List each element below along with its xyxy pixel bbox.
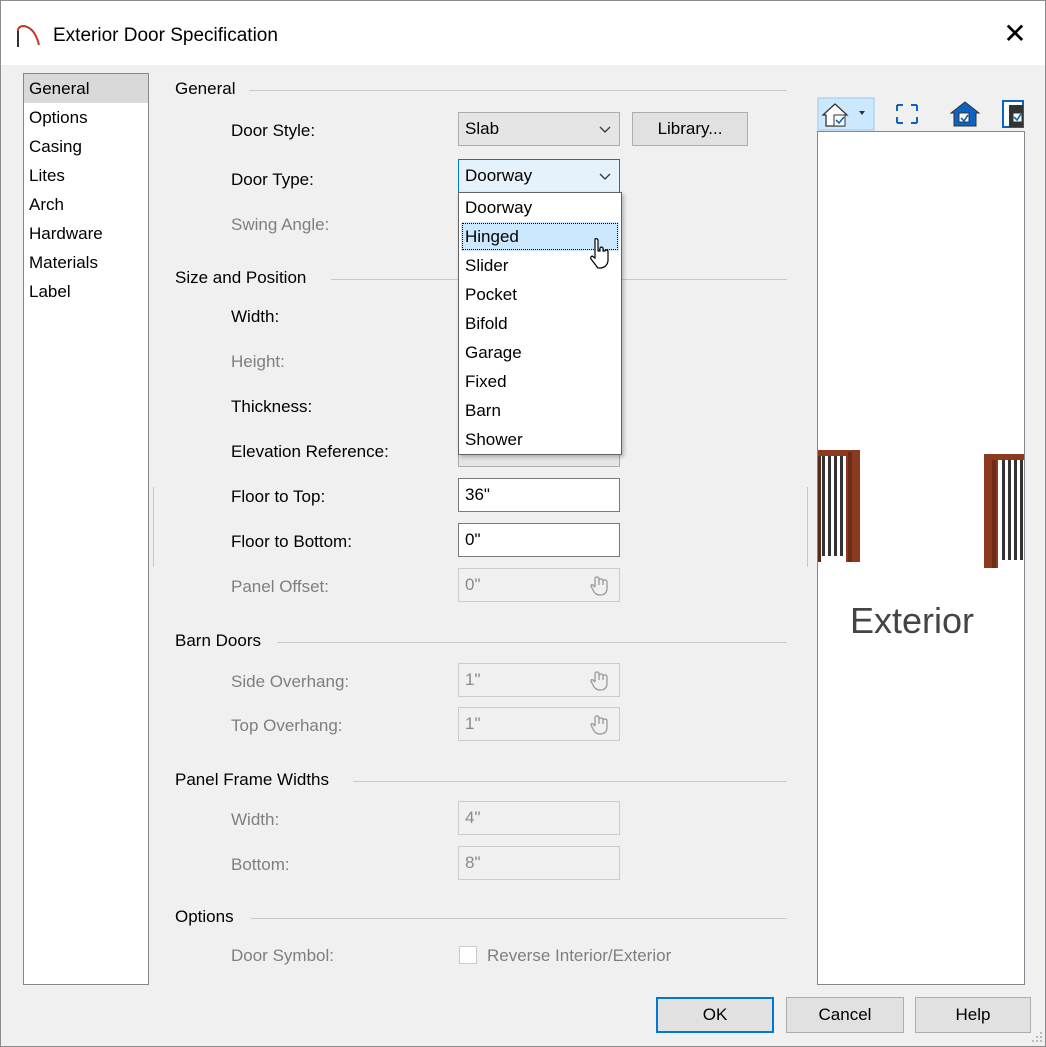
top-overhang-input[interactable]: 1" — [458, 707, 620, 741]
door-preview: Exterior — [817, 131, 1025, 985]
section-divider — [249, 90, 787, 91]
nav-item-casing[interactable]: Casing — [24, 132, 148, 161]
door-style-label: Door Style: — [231, 121, 316, 140]
height-label: Height: — [231, 352, 285, 371]
door-type-option-doorway[interactable]: Doorway — [459, 193, 621, 222]
section-barn-doors: Barn Doors — [175, 631, 261, 650]
view-type-icon[interactable] — [817, 97, 875, 131]
library-button-label: Library... — [657, 119, 723, 138]
panel-offset-value: 0" — [465, 575, 481, 594]
chevron-down-icon — [599, 126, 611, 133]
section-size-position: Size and Position — [175, 268, 307, 287]
help-button-label: Help — [955, 1005, 991, 1024]
frame-width-label: Width: — [231, 810, 280, 829]
side-overhang-input[interactable]: 1" — [458, 663, 620, 697]
section-divider — [277, 642, 787, 643]
door-type-option-barn[interactable]: Barn — [459, 396, 621, 425]
door-type-label: Door Type: — [231, 170, 314, 189]
ok-button-label: OK — [702, 1005, 728, 1024]
window-title: Exterior Door Specification — [53, 25, 278, 46]
floor-to-top-value: 36" — [465, 485, 490, 504]
section-divider — [353, 781, 787, 782]
reverse-interior-exterior-label[interactable]: Reverse Interior/Exterior — [487, 946, 671, 966]
camera-view-icon[interactable] — [947, 97, 983, 131]
top-overhang-value: 1" — [465, 714, 481, 733]
door-style-value: Slab — [465, 119, 500, 138]
nav-item-materials[interactable]: Materials — [24, 248, 148, 277]
nav-item-lites[interactable]: Lites — [24, 161, 148, 190]
elevation-reference-label: Elevation Reference: — [231, 442, 389, 461]
preview-exterior-label: Exterior — [850, 600, 975, 641]
width-label: Width: — [231, 307, 280, 326]
wall-view-icon[interactable] — [999, 97, 1029, 131]
close-button[interactable]: ✕ — [985, 1, 1045, 65]
floor-to-top-label: Floor to Top: — [231, 487, 326, 506]
floor-to-top-input[interactable]: 36" — [458, 478, 620, 512]
frame-width-input[interactable]: 4" — [458, 801, 620, 835]
door-preview-rendering — [818, 450, 1024, 568]
nav-item-options[interactable]: Options — [24, 103, 148, 132]
fill-window-icon[interactable] — [889, 97, 925, 131]
frame-bottom-label: Bottom: — [231, 855, 290, 874]
hand-pointer-icon[interactable] — [589, 670, 611, 692]
library-button[interactable]: Library... — [632, 112, 748, 146]
door-type-option-bifold[interactable]: Bifold — [459, 309, 621, 338]
door-type-option-fixed[interactable]: Fixed — [459, 367, 621, 396]
nav-item-label[interactable]: Label — [24, 277, 148, 306]
side-overhang-value: 1" — [465, 670, 481, 689]
section-options: Options — [175, 907, 234, 926]
door-type-option-pocket[interactable]: Pocket — [459, 280, 621, 309]
hand-pointer-icon[interactable] — [589, 575, 611, 597]
nav-item-hardware[interactable]: Hardware — [24, 219, 148, 248]
floor-to-bottom-value: 0" — [465, 530, 481, 549]
panel-offset-label: Panel Offset: — [231, 577, 329, 596]
door-type-option-shower[interactable]: Shower — [459, 425, 621, 454]
dialog-window: Exterior Door Specification ✕ General Op… — [0, 0, 1046, 1047]
panel-offset-input[interactable]: 0" — [458, 568, 620, 602]
door-type-dropdown-list[interactable]: Doorway Hinged Slider Pocket Bifold Gara… — [458, 192, 622, 455]
section-general: General — [175, 79, 236, 98]
side-overhang-label: Side Overhang: — [231, 672, 350, 691]
right-splitter[interactable] — [807, 487, 808, 567]
title-bar: Exterior Door Specification ✕ — [1, 1, 1045, 65]
reverse-interior-exterior-checkbox[interactable] — [459, 946, 477, 964]
cancel-button[interactable]: Cancel — [786, 997, 904, 1033]
section-panel-frame-widths: Panel Frame Widths — [175, 770, 329, 789]
nav-item-arch[interactable]: Arch — [24, 190, 148, 219]
cancel-button-label: Cancel — [818, 1005, 872, 1024]
door-app-icon — [17, 24, 40, 47]
section-divider — [251, 918, 787, 919]
floor-to-bottom-label: Floor to Bottom: — [231, 532, 352, 551]
frame-bottom-input[interactable]: 8" — [458, 846, 620, 880]
door-type-select[interactable]: Doorway — [458, 159, 620, 193]
door-type-value: Doorway — [465, 166, 533, 185]
help-button[interactable]: Help — [915, 997, 1031, 1033]
door-style-select[interactable]: Slab — [458, 112, 620, 146]
ok-button[interactable]: OK — [656, 997, 774, 1033]
resize-grip-icon[interactable] — [1031, 1031, 1043, 1043]
door-type-option-garage[interactable]: Garage — [459, 338, 621, 367]
door-symbol-label: Door Symbol: — [231, 946, 334, 965]
nav-item-general[interactable]: General — [24, 74, 148, 103]
top-overhang-label: Top Overhang: — [231, 716, 343, 735]
frame-width-value: 4" — [465, 808, 481, 827]
hand-pointer-icon[interactable] — [589, 714, 611, 736]
thickness-label: Thickness: — [231, 397, 313, 416]
swing-angle-label: Swing Angle: — [231, 215, 330, 234]
mouse-cursor-icon — [590, 238, 609, 269]
chevron-down-icon — [599, 173, 611, 180]
left-splitter[interactable] — [153, 487, 154, 567]
floor-to-bottom-input[interactable]: 0" — [458, 523, 620, 557]
frame-bottom-value: 8" — [465, 853, 481, 872]
close-icon: ✕ — [1003, 17, 1027, 49]
category-list[interactable]: General Options Casing Lites Arch Hardwa… — [23, 73, 149, 985]
